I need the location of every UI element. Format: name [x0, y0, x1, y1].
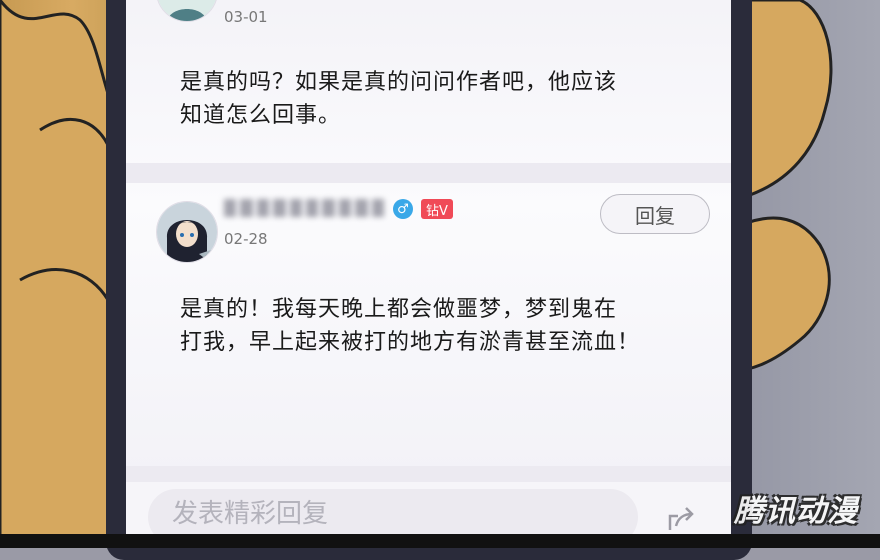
right-hand-illustration [730, 0, 833, 374]
comment-text: 是真的吗？如果是真的问问作者吧，他应该 知道怎么回事。 [180, 66, 617, 132]
comment-date: 02-28 [224, 230, 268, 248]
comment-text-line: 是真的！我每天晚上都会做噩梦，梦到鬼在 [180, 297, 618, 322]
avatar[interactable] [156, 201, 218, 263]
comment-date: 03-01 [224, 8, 268, 26]
male-icon: ♂ [393, 199, 413, 219]
username-redacted [224, 197, 385, 219]
watermark-logo: 腾讯动漫 [734, 494, 858, 529]
reply-input-bar: 发表精彩回复 [126, 482, 731, 540]
comment-text-line: 打我，早上起来被打的地方有淤青甚至流血！ [180, 330, 641, 355]
avatar[interactable] [156, 0, 218, 22]
divider [126, 466, 731, 482]
reply-input[interactable]: 发表精彩回复 [148, 489, 638, 540]
vip-badge: 钻V [421, 199, 453, 219]
comment-item: 03-01 回复 是真的吗？如果是真的问问作者吧，他应该 知道怎么回事。 [126, 0, 731, 163]
share-icon[interactable] [666, 504, 696, 534]
comment-text: 是真的！我每天晚上都会做噩梦，梦到鬼在 打我，早上起来被打的地方有淤青甚至流血！ [180, 293, 640, 359]
bottom-bar [0, 534, 880, 548]
reply-button[interactable]: 回复 [600, 194, 710, 234]
comment-text-line: 是真的吗？如果是真的问问作者吧，他应该 [180, 70, 618, 95]
phone-screen: 03-01 回复 是真的吗？如果是真的问问作者吧，他应该 知道怎么回事。 ♂ 钻… [126, 0, 731, 540]
comment-text-line: 知道怎么回事。 [180, 103, 342, 128]
comment-item: ♂ 钻V 02-28 回复 是真的！我每天晚上都会做噩梦，梦到鬼在 打我，早上起… [126, 183, 731, 466]
divider [126, 163, 731, 183]
